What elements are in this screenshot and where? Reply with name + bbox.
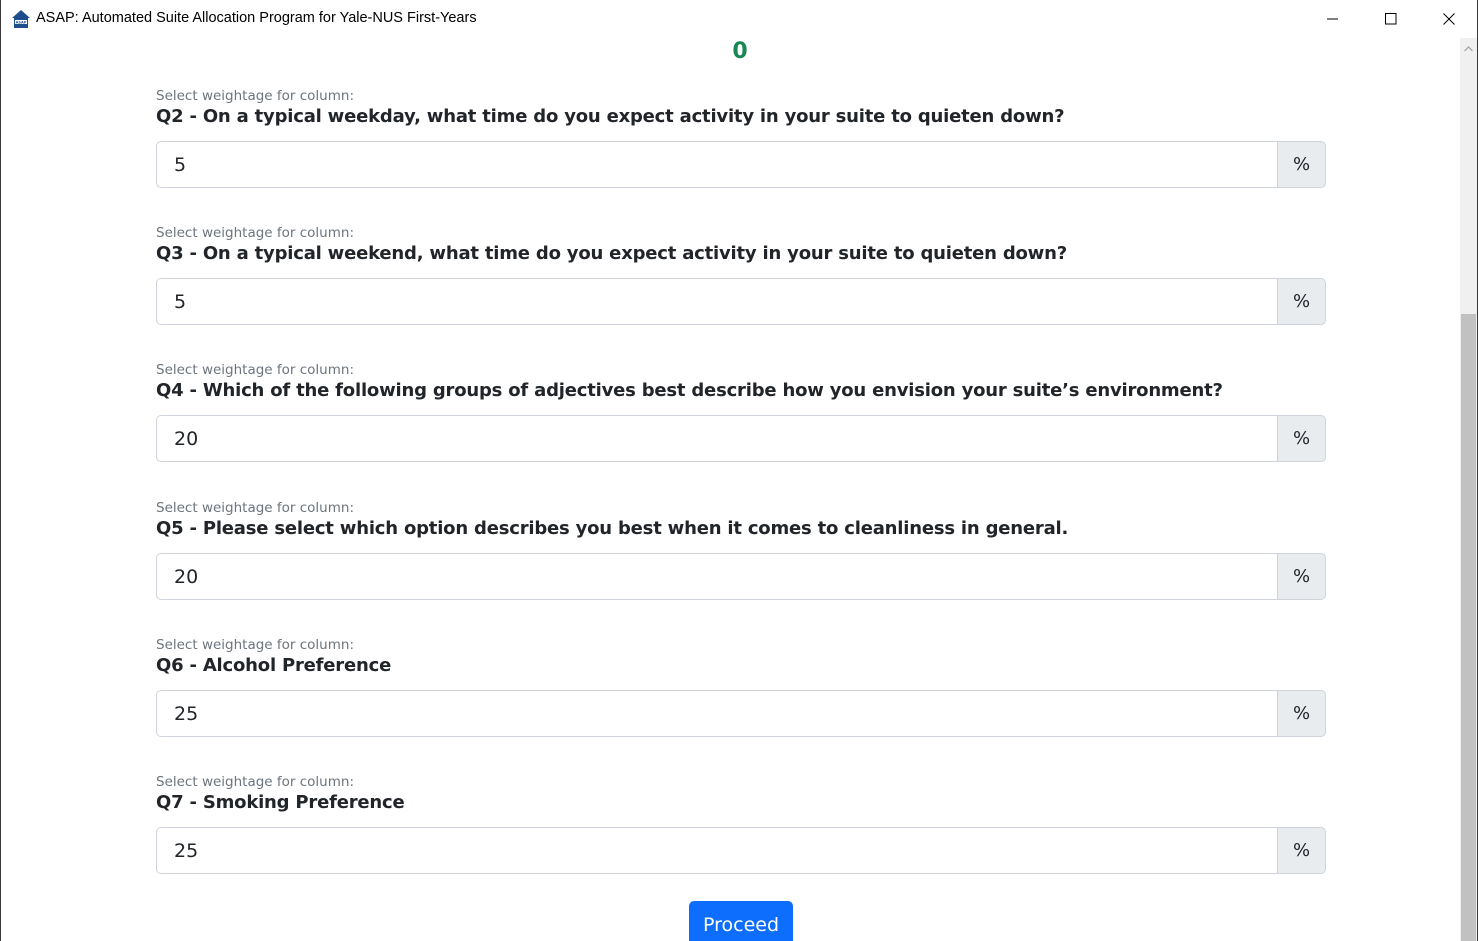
field-hint: Select weightage for column: (156, 362, 354, 378)
scroll-up-button[interactable] (1460, 38, 1477, 55)
weight-input-q3[interactable] (156, 278, 1277, 325)
weight-input-q4[interactable] (156, 415, 1277, 462)
weight-input-q7[interactable] (156, 827, 1277, 874)
field-question: Q4 - Which of the following groups of ad… (156, 380, 1223, 401)
house-icon: ASAP (11, 9, 31, 29)
field-hint: Select weightage for column: (156, 500, 354, 516)
weight-input-q5[interactable] (156, 553, 1277, 600)
title-bar[interactable]: ASAP ASAP: Automated Suite Allocation Pr… (1, 0, 1477, 38)
percent-addon: % (1277, 690, 1326, 737)
scroll-thumb[interactable] (1461, 314, 1476, 941)
field-hint: Select weightage for column: (156, 637, 354, 653)
input-group: % (156, 553, 1326, 600)
input-group: % (156, 278, 1326, 325)
field-hint: Select weightage for column: (156, 225, 354, 241)
minimize-icon (1327, 10, 1339, 29)
proceed-button[interactable]: Proceed (689, 901, 793, 941)
field-hint: Select weightage for column: (156, 774, 354, 790)
close-icon (1443, 10, 1455, 29)
percent-addon: % (1277, 827, 1326, 874)
field-question: Q7 - Smoking Preference (156, 792, 405, 813)
chevron-up-icon (1464, 37, 1473, 56)
field-question: Q6 - Alcohol Preference (156, 655, 392, 676)
svg-text:ASAP: ASAP (16, 21, 27, 25)
field-question: Q3 - On a typical weekend, what time do … (156, 243, 1067, 264)
vertical-scrollbar[interactable] (1460, 38, 1477, 941)
weight-input-q6[interactable] (156, 690, 1277, 737)
input-group: % (156, 141, 1326, 188)
percent-addon: % (1277, 415, 1326, 462)
window-title: ASAP: Automated Suite Allocation Program… (36, 10, 477, 26)
input-group: % (156, 415, 1326, 462)
weight-input-q2[interactable] (156, 141, 1277, 188)
total-weight-counter: 0 (732, 39, 748, 64)
field-hint: Select weightage for column: (156, 88, 354, 104)
percent-addon: % (1277, 278, 1326, 325)
input-group: % (156, 690, 1326, 737)
percent-addon: % (1277, 553, 1326, 600)
close-button[interactable] (1420, 0, 1477, 38)
app-window: ASAP ASAP: Automated Suite Allocation Pr… (0, 0, 1478, 941)
maximize-button[interactable] (1362, 0, 1420, 38)
field-question: Q5 - Please select which option describe… (156, 518, 1069, 539)
minimize-button[interactable] (1304, 0, 1362, 38)
maximize-icon (1385, 10, 1397, 29)
input-group: % (156, 827, 1326, 874)
percent-addon: % (1277, 141, 1326, 188)
field-question: Q2 - On a typical weekday, what time do … (156, 106, 1065, 127)
